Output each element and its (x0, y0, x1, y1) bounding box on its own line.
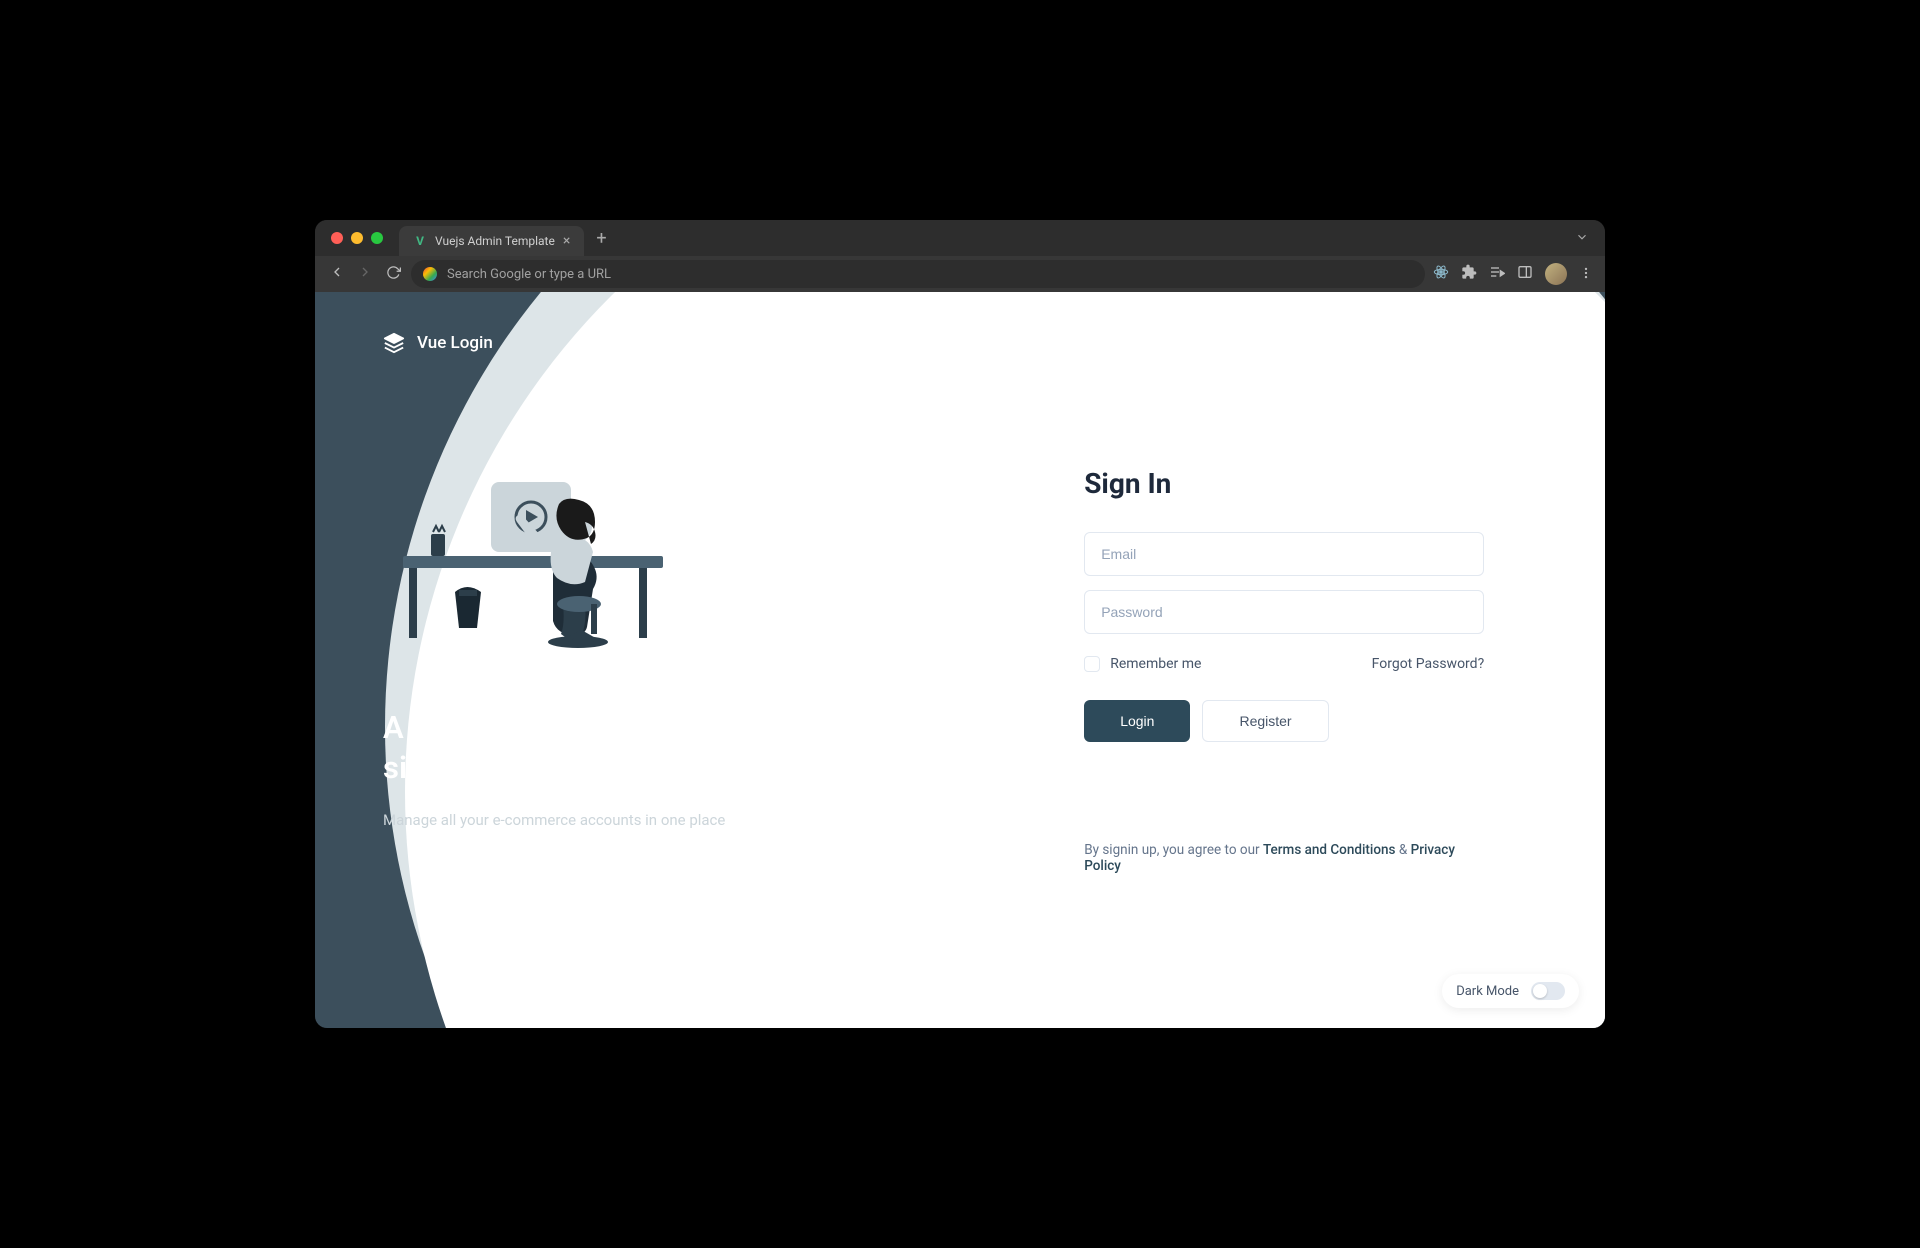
vue-favicon-icon: V (413, 234, 427, 248)
address-placeholder: Search Google or type a URL (447, 267, 611, 282)
hero-headline: A few more clicks to sign in to your acc… (383, 708, 934, 789)
headline-line-1: A few more clicks to (383, 708, 934, 748)
google-icon (423, 267, 437, 281)
close-window-button[interactable] (331, 232, 343, 244)
react-devtools-icon[interactable] (1433, 264, 1449, 284)
agree-prefix: By signin up, you agree to our (1084, 842, 1263, 858)
address-bar[interactable]: Search Google or type a URL (411, 260, 1425, 288)
extension-icons (1433, 263, 1593, 285)
register-button[interactable]: Register (1202, 700, 1328, 742)
playlist-icon[interactable] (1489, 264, 1505, 284)
tab-title: Vuejs Admin Template (435, 234, 555, 248)
back-button[interactable] (327, 264, 347, 284)
close-tab-icon[interactable]: × (563, 233, 570, 249)
headline-line-2: sign in to your account. (383, 748, 934, 788)
login-button[interactable]: Login (1084, 700, 1190, 742)
browser-window: V Vuejs Admin Template × + Search Google… (315, 220, 1605, 1028)
forward-button[interactable] (355, 264, 375, 284)
agreement-text: By signin up, you agree to our Terms and… (1084, 842, 1484, 874)
toolbar: Search Google or type a URL (315, 256, 1605, 292)
menu-icon[interactable] (1579, 265, 1593, 284)
new-tab-button[interactable]: + (596, 228, 606, 249)
hero-subtitle: Manage all your e-commerce accounts in o… (383, 811, 934, 829)
remember-checkbox[interactable] (1084, 656, 1100, 672)
agree-amp: & (1395, 842, 1410, 858)
terms-link[interactable]: Terms and Conditions (1263, 842, 1396, 858)
email-field[interactable] (1084, 532, 1484, 576)
extensions-icon[interactable] (1461, 264, 1477, 284)
maximize-window-button[interactable] (371, 232, 383, 244)
toggle-icon[interactable] (1531, 982, 1565, 1000)
profile-avatar[interactable] (1545, 263, 1567, 285)
minimize-window-button[interactable] (351, 232, 363, 244)
password-field[interactable] (1084, 590, 1484, 634)
signin-title: Sign In (1084, 467, 1484, 500)
form-panel: Sign In Remember me Forgot Password? Log… (934, 292, 1605, 1028)
brand: Vue Login (383, 332, 934, 354)
remember-me[interactable]: Remember me (1084, 656, 1201, 672)
panel-icon[interactable] (1517, 264, 1533, 284)
window-chevron-icon[interactable] (1575, 229, 1589, 248)
reload-button[interactable] (383, 265, 403, 284)
browser-tab[interactable]: V Vuejs Admin Template × (399, 226, 584, 256)
traffic-lights (331, 232, 383, 244)
brand-name: Vue Login (417, 333, 493, 353)
remember-label: Remember me (1110, 656, 1201, 672)
darkmode-label: Dark Mode (1456, 984, 1519, 999)
hero-illustration (403, 464, 934, 668)
forgot-password-link[interactable]: Forgot Password? (1372, 656, 1485, 672)
darkmode-switch[interactable]: Dark Mode (1442, 974, 1579, 1008)
hero-panel: Vue Login (315, 292, 934, 1028)
titlebar: V Vuejs Admin Template × + (315, 220, 1605, 256)
layers-icon (383, 332, 405, 354)
page-content: Vue Login (315, 292, 1605, 1028)
